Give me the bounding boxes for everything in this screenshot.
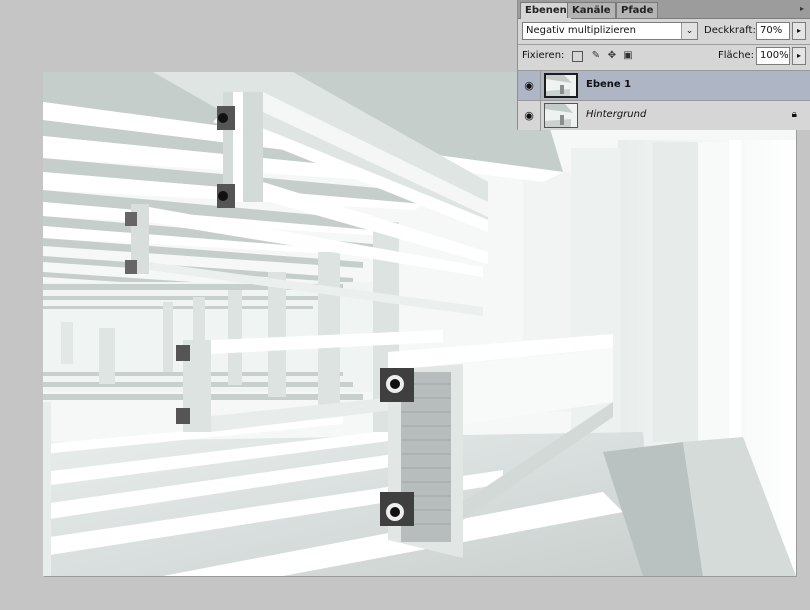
- fill-label: Fläche:: [718, 50, 755, 61]
- image-canvas[interactable]: [43, 72, 796, 576]
- layer-row-hintergrund[interactable]: ◉ Hintergrund 🔒︎: [518, 100, 810, 131]
- layer-name[interactable]: Ebene 1: [586, 79, 631, 90]
- tab-kanaele[interactable]: Kanäle: [567, 2, 616, 18]
- opacity-field[interactable]: 70%: [756, 22, 790, 40]
- blend-opacity-row: Negativ multiplizieren ⌄ Deckkraft: 70% …: [522, 22, 807, 42]
- lock-image-icon[interactable]: ✎: [590, 50, 602, 62]
- blend-mode-value: Negativ multiplizieren: [526, 25, 636, 36]
- lock-position-icon[interactable]: ✥: [606, 50, 618, 62]
- divider: [518, 44, 810, 45]
- eye-icon[interactable]: ◉: [518, 101, 541, 131]
- tab-ebenen[interactable]: Ebenen: [520, 2, 572, 19]
- triangle-menu-icon[interactable]: ▸: [796, 3, 808, 14]
- lock-fill-row: Fixieren: ✎ ✥ ▣ Fläche: 100% ▸: [522, 47, 807, 67]
- panel-tabbar: Ebenen Kanäle Pfade ▸: [518, 0, 810, 19]
- lock-label: Fixieren:: [522, 50, 565, 61]
- photo-white-tunnel: [43, 72, 796, 576]
- layer-name[interactable]: Hintergrund: [586, 109, 646, 120]
- blend-mode-select[interactable]: Negativ multiplizieren ⌄: [522, 22, 698, 40]
- eye-icon[interactable]: ◉: [518, 71, 541, 101]
- layers-panel: Ebenen Kanäle Pfade ▸ Negativ multiplizi…: [517, 0, 810, 131]
- lock-icon: 🔒︎: [791, 109, 797, 120]
- layer-thumbnail: [544, 73, 578, 98]
- lock-all-icon[interactable]: ▣: [622, 50, 634, 62]
- lock-transparent-icon[interactable]: [572, 51, 583, 62]
- opacity-arrow-icon[interactable]: ▸: [792, 22, 806, 40]
- layer-thumbnail: [544, 103, 578, 128]
- layer-row-ebene-1[interactable]: ◉ Ebene 1: [518, 70, 810, 101]
- chevron-down-icon[interactable]: ⌄: [681, 23, 697, 39]
- fill-arrow-icon[interactable]: ▸: [792, 47, 806, 65]
- tab-pfade[interactable]: Pfade: [616, 2, 659, 18]
- opacity-label: Deckkraft:: [704, 25, 756, 36]
- fill-field[interactable]: 100%: [756, 47, 790, 65]
